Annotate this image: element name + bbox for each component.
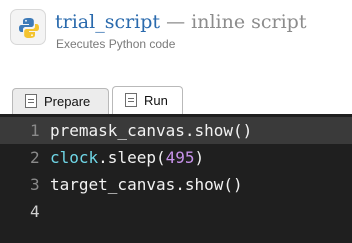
line-number: 1 (30, 121, 40, 140)
code-text[interactable]: target_canvas.show() (50, 171, 243, 198)
code-text[interactable]: clock.sleep(495) (50, 144, 204, 171)
python-icon (10, 9, 46, 45)
line-number: 2 (30, 148, 40, 167)
code-editor[interactable]: 1 premask_canvas.show() 2 clock.sleep(49… (0, 114, 352, 243)
document-icon (25, 94, 37, 108)
code-text[interactable]: premask_canvas.show() (50, 117, 252, 144)
code-line[interactable]: 1 premask_canvas.show() (0, 117, 352, 144)
code-line[interactable]: 3 target_canvas.show() (0, 171, 352, 198)
code-token-object: clock (50, 148, 99, 167)
code-line[interactable]: 2 clock.sleep(495) (0, 144, 352, 171)
script-tabs: Prepare Run (0, 86, 352, 114)
item-name[interactable]: trial_script (55, 11, 160, 33)
item-header: trial_script — inline script Executes Py… (0, 0, 352, 86)
line-number: 3 (30, 175, 40, 194)
item-type-label: — inline script (160, 11, 307, 33)
code-token-paren: ) (194, 148, 205, 167)
tab-prepare[interactable]: Prepare (12, 88, 109, 114)
item-description: Executes Python code (56, 37, 176, 51)
item-title: trial_script — inline script (55, 10, 306, 34)
line-number: 4 (30, 202, 40, 221)
python-icon (19, 18, 39, 38)
code-token-number: 495 (165, 148, 195, 167)
tab-run-label: Run (144, 93, 168, 108)
document-icon (125, 93, 137, 107)
tab-prepare-label: Prepare (44, 94, 91, 109)
tab-run[interactable]: Run (112, 86, 183, 114)
code-line[interactable]: 4 (0, 198, 352, 225)
code-token-call: .sleep( (98, 148, 166, 167)
